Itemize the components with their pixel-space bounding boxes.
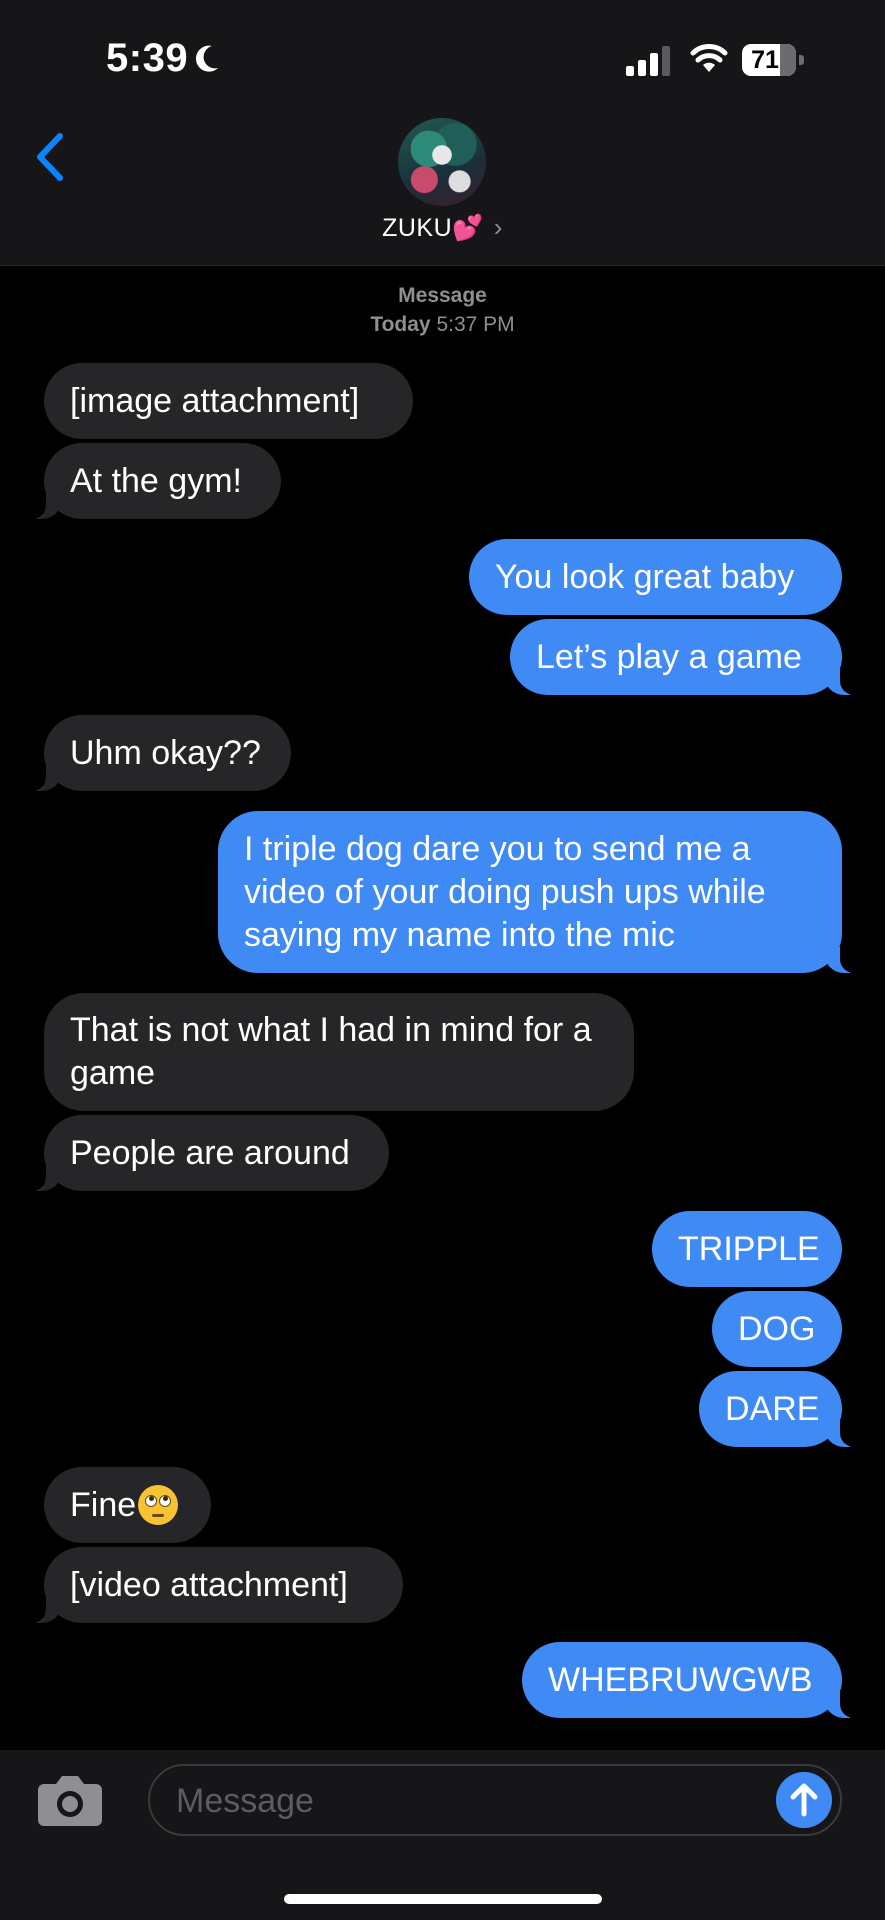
battery-icon: 71 bbox=[742, 44, 804, 76]
incoming-message[interactable]: That is not what I had in mind for a gam… bbox=[44, 993, 634, 1111]
incoming-message[interactable]: At the gym! bbox=[28, 443, 281, 519]
home-indicator[interactable] bbox=[284, 1894, 602, 1904]
service-label: Message bbox=[398, 284, 487, 307]
emoji-mouth bbox=[152, 1514, 165, 1517]
message-text: Uhm okay?? bbox=[70, 733, 261, 772]
message-text: DOG bbox=[738, 1309, 816, 1348]
message-text: DARE bbox=[725, 1389, 820, 1428]
chevron-right-icon: › bbox=[493, 212, 503, 242]
outgoing-message[interactable]: WHEBRUWGWB bbox=[522, 1642, 858, 1718]
battery-level-text: 71 bbox=[751, 46, 779, 74]
message-text: That is not what I had in mind for a gam… bbox=[70, 1011, 592, 1092]
incoming-message[interactable]: People are around bbox=[28, 1115, 389, 1191]
contact-avatar[interactable] bbox=[398, 118, 486, 206]
wifi-icon bbox=[690, 44, 728, 72]
chevron-left-icon[interactable] bbox=[30, 128, 70, 186]
compose-bar: Message bbox=[0, 1750, 885, 1920]
battery-nub bbox=[799, 55, 804, 65]
incoming-message[interactable]: Uhm okay?? bbox=[28, 715, 291, 791]
message-text: WHEBRUWGWB bbox=[548, 1660, 813, 1699]
message-placeholder: Message bbox=[176, 1782, 314, 1820]
arrow-up-icon[interactable] bbox=[776, 1772, 832, 1828]
message-text: [image attachment] bbox=[70, 381, 360, 420]
timestamp-time: 5:37 PM bbox=[436, 313, 515, 336]
incoming-message[interactable]: [video attachment] bbox=[28, 1547, 403, 1623]
incoming-message[interactable]: [image attachment] bbox=[44, 363, 413, 439]
incoming-message[interactable]: Fine bbox=[44, 1467, 211, 1543]
outgoing-message[interactable]: You look great baby bbox=[469, 539, 842, 615]
status-bar: 5:39 71 bbox=[0, 0, 885, 110]
outgoing-message[interactable]: DARE bbox=[699, 1371, 858, 1447]
timestamp-row: Today 5:37 PM bbox=[0, 313, 885, 337]
message-text: Let’s play a game bbox=[536, 637, 802, 676]
message-text: [video attachment] bbox=[70, 1565, 348, 1604]
camera-icon[interactable] bbox=[36, 1772, 104, 1828]
message-text: Fine bbox=[70, 1485, 137, 1524]
emoji-eye bbox=[159, 1495, 172, 1507]
timestamp-day: Today bbox=[370, 313, 431, 336]
outgoing-message[interactable]: DOG bbox=[712, 1291, 842, 1367]
emoji-eye bbox=[145, 1495, 158, 1507]
status-time: 5:39 bbox=[106, 36, 189, 80]
message-text: At the gym! bbox=[70, 461, 242, 500]
message-text: People are around bbox=[70, 1133, 350, 1172]
outgoing-message[interactable]: TRIPPLE bbox=[652, 1211, 842, 1287]
face-with-rolling-eyes-emoji bbox=[138, 1485, 179, 1525]
message-text: You look great baby bbox=[495, 557, 795, 596]
message-input[interactable]: Message bbox=[148, 1764, 842, 1836]
contact-name: ZUKU💕 bbox=[382, 214, 484, 242]
outgoing-message[interactable]: I triple dog dare you to send me a video… bbox=[218, 811, 858, 973]
conversation-header: ZUKU💕 › bbox=[0, 110, 885, 266]
battery-body: 71 bbox=[742, 44, 796, 76]
message-text: TRIPPLE bbox=[678, 1229, 820, 1268]
contact-name-row[interactable]: ZUKU💕 › bbox=[0, 212, 885, 243]
message-text: I triple dog dare you to send me a video… bbox=[244, 829, 766, 954]
outgoing-message[interactable]: Let’s play a game bbox=[510, 619, 858, 695]
cellular-signal-icon bbox=[626, 46, 670, 76]
moon-icon bbox=[195, 45, 218, 72]
